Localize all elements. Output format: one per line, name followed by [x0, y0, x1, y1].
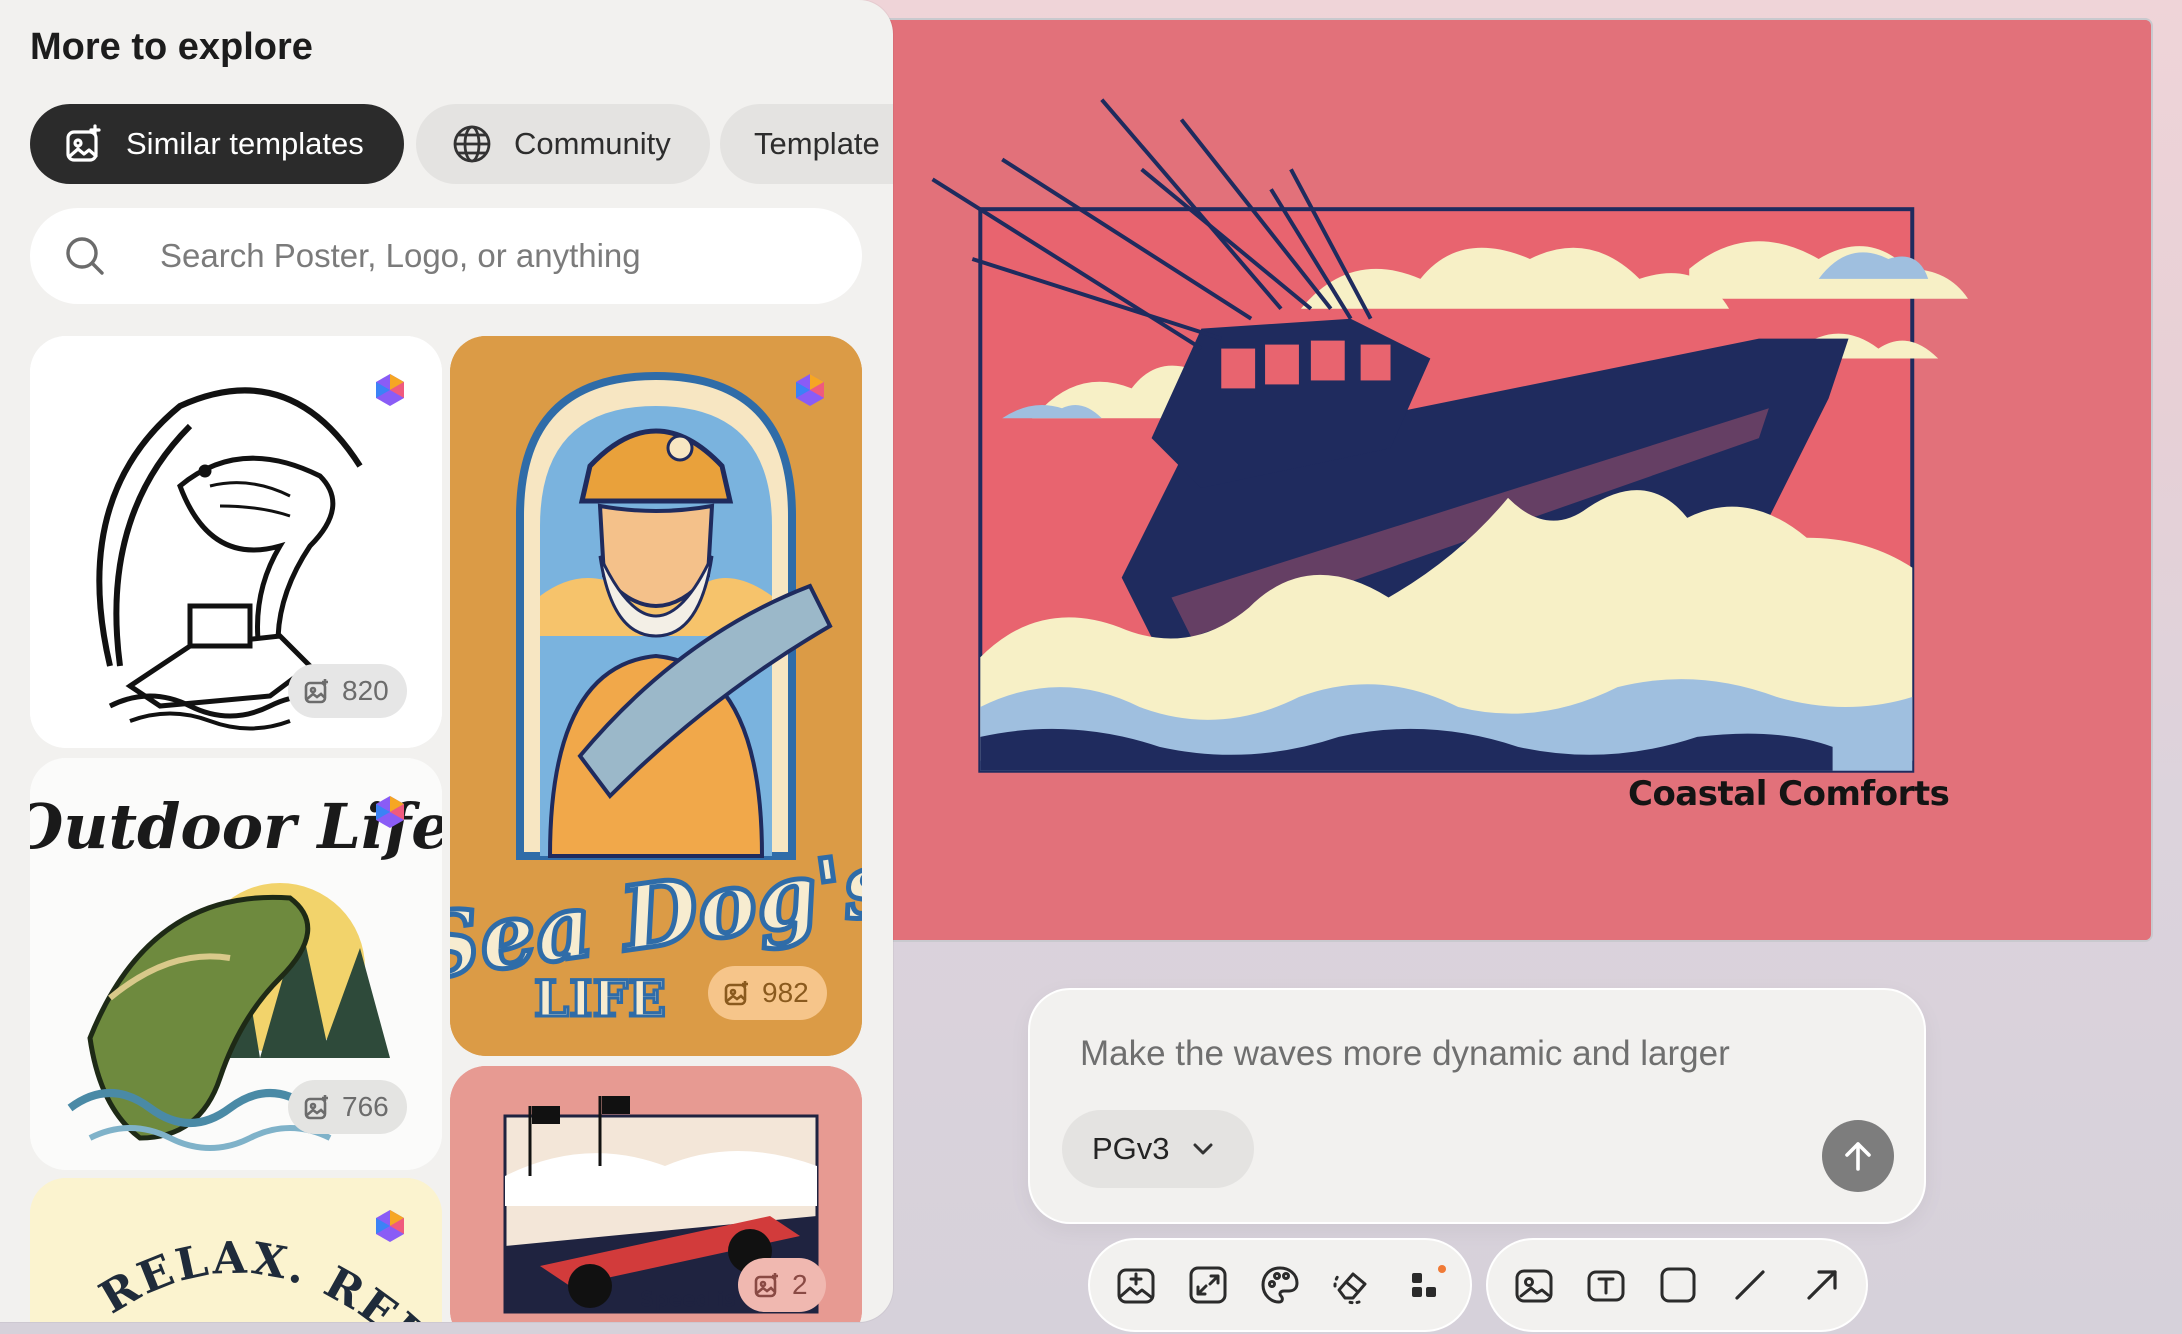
model-select-label: PGv3 [1092, 1131, 1170, 1166]
tab-community[interactable]: Community [416, 104, 710, 184]
search-bar [30, 208, 862, 304]
globe-icon [453, 125, 491, 163]
apps-tool[interactable] [1402, 1263, 1446, 1307]
remix-image-icon [304, 679, 328, 704]
arrow-up-icon [1845, 1142, 1871, 1171]
line-icon [1735, 1270, 1765, 1300]
remix-count-badge: 982 [708, 966, 827, 1020]
remix-count: 766 [342, 1091, 389, 1122]
design-canvas[interactable] [870, 18, 2153, 942]
poster-image [872, 20, 2151, 940]
tab-label: Similar templates [126, 126, 364, 161]
template-thumbnail: Sea Dog's LIFE [450, 336, 862, 1056]
search-icon [66, 237, 104, 275]
arrow-tool[interactable] [1800, 1263, 1844, 1307]
template-thumbnail: FISH. RELAX. REPEAT [30, 1178, 442, 1322]
image-sparkle-tool[interactable] [1114, 1263, 1158, 1307]
remix-count: 982 [762, 977, 809, 1008]
tab-similar-templates[interactable]: Similar templates [30, 104, 404, 184]
tab-label: Template [754, 126, 880, 161]
toolbar-ai-tools [1090, 1240, 1470, 1330]
square-icon [1660, 1267, 1696, 1303]
prompt-box: Make the waves more dynamic and larger P… [1030, 990, 1924, 1222]
tab-label: Community [514, 126, 671, 161]
template-card-racing-car[interactable]: Speed is N 2 [450, 1066, 862, 1322]
premium-badge-icon [376, 374, 404, 406]
notification-dot [1438, 1265, 1446, 1273]
remix-count: 2 [792, 1269, 808, 1300]
template-card-fishing-boat[interactable]: 820 [30, 336, 442, 748]
image-frame-tool[interactable] [1512, 1263, 1556, 1307]
palette-icon [1261, 1266, 1299, 1304]
text-tool[interactable] [1584, 1263, 1628, 1307]
remix-count-badge: 820 [288, 664, 407, 718]
line-tool[interactable] [1728, 1263, 1772, 1307]
model-select[interactable]: PGv3 [1062, 1110, 1254, 1188]
poster-caption: Coastal Comforts [1628, 774, 1950, 814]
eraser-icon [1333, 1272, 1367, 1305]
prompt-input[interactable]: Make the waves more dynamic and larger [1080, 1034, 1730, 1074]
search-input[interactable] [160, 237, 800, 275]
chevron-down-icon [1193, 1143, 1213, 1155]
image-sparkle-icon [66, 124, 101, 162]
remix-image-icon [724, 981, 748, 1006]
send-button[interactable] [1822, 1120, 1894, 1192]
shape-tool[interactable] [1656, 1263, 1700, 1307]
palette-tool[interactable] [1258, 1263, 1302, 1307]
arrow-icon [1807, 1270, 1837, 1300]
image-sparkle-icon [1117, 1268, 1155, 1304]
card-text-life: LIFE [534, 969, 666, 1028]
premium-badge-icon [376, 1210, 404, 1242]
remix-count-badge: 2 [738, 1258, 826, 1312]
expand-icon [1189, 1266, 1227, 1304]
sidebar-title: More to explore [30, 26, 313, 68]
toolbar-draw-tools [1488, 1240, 1866, 1330]
explore-sidebar: More to explore Similar templates Commun… [0, 0, 893, 1322]
tab-template[interactable]: Template [720, 104, 893, 184]
image-frame-icon [1515, 1269, 1553, 1303]
eraser-tool[interactable] [1330, 1263, 1374, 1307]
expand-tool[interactable] [1186, 1263, 1230, 1307]
remix-image-icon [754, 1273, 778, 1298]
remix-count-badge: 766 [288, 1080, 407, 1134]
template-card-sea-dogs[interactable]: Sea Dog's LIFE 982 [450, 336, 862, 1056]
template-card-fish-relax-repeat[interactable]: FISH. RELAX. REPEAT [30, 1178, 442, 1322]
remix-count: 820 [342, 675, 389, 706]
premium-badge-icon [796, 374, 824, 406]
text-box-icon [1587, 1270, 1625, 1302]
explore-tabs: Similar templates Community Template [30, 104, 893, 184]
remix-image-icon [304, 1095, 328, 1120]
template-card-outdoor-life[interactable]: Outdoor Life 766 [30, 758, 442, 1170]
premium-badge-icon [376, 796, 404, 828]
